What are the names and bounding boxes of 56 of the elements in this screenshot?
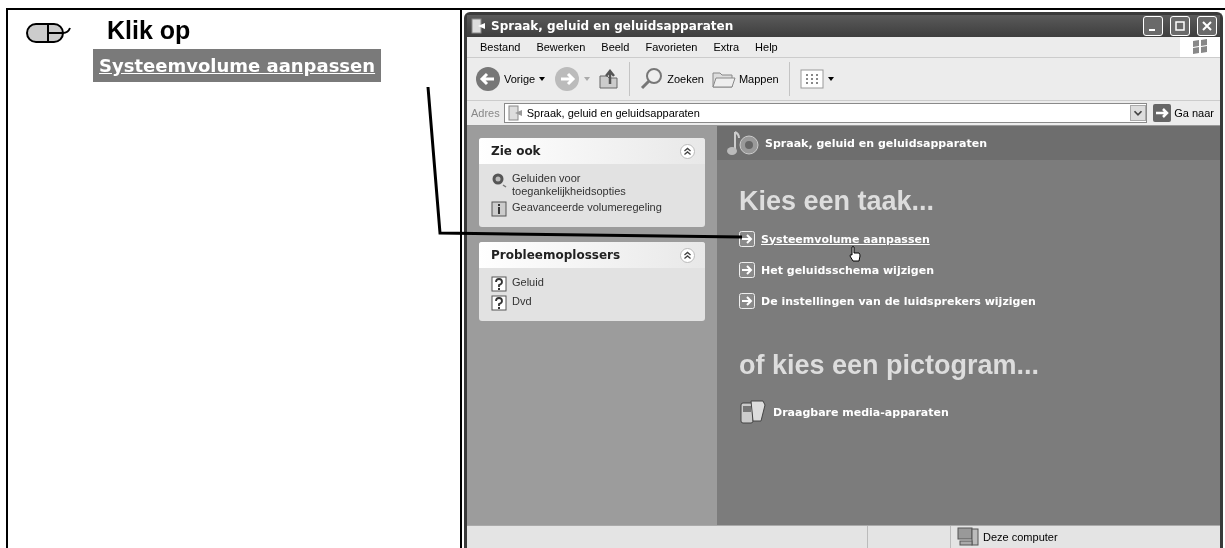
side-link[interactable]: Geluid xyxy=(512,276,662,289)
help-icon xyxy=(491,295,507,311)
views-icon xyxy=(799,69,824,89)
panel-title: Probleemoplossers xyxy=(491,248,621,262)
collapse-icon[interactable] xyxy=(680,247,695,263)
go-arrow-icon xyxy=(1153,104,1172,122)
views-button[interactable] xyxy=(797,67,837,91)
maximize-button[interactable] xyxy=(1170,16,1190,36)
dropdown-icon xyxy=(538,76,547,82)
windows-logo-icon xyxy=(1180,37,1220,57)
maximize-icon xyxy=(1175,21,1185,31)
folders-button[interactable]: Mappen xyxy=(709,66,781,92)
status-zone: Deze computer xyxy=(983,531,1058,543)
mouse-icon xyxy=(26,22,74,44)
dropdown-icon[interactable] xyxy=(1130,105,1147,121)
task-link[interactable]: De instellingen van de luidsprekers wijzigen xyxy=(761,294,1036,308)
task-heading: Kies een taak... xyxy=(739,186,936,217)
back-button[interactable]: Vorige xyxy=(473,64,549,94)
instruction-title: Klik op xyxy=(107,16,192,45)
menu-item[interactable]: Help xyxy=(747,41,786,53)
menu-item[interactable]: Bestand xyxy=(472,41,529,53)
menu-item[interactable]: Beeld xyxy=(593,41,638,53)
section-header: Spraak, geluid en geluidsapparaten xyxy=(765,136,988,150)
search-icon xyxy=(640,67,665,91)
close-button[interactable] xyxy=(1197,16,1217,36)
collapse-icon[interactable] xyxy=(680,143,695,159)
menu-item[interactable]: Extra xyxy=(705,41,748,53)
media-device-icon[interactable] xyxy=(739,397,767,427)
arrow-icon xyxy=(739,293,755,309)
icon-link[interactable]: Draagbare media-apparaten xyxy=(773,405,949,419)
side-link[interactable]: Geluiden voor toegankelijkheidsopties xyxy=(512,172,662,198)
task-link[interactable]: Systeemvolume aanpassen xyxy=(761,232,930,246)
menu-item[interactable]: Favorieten xyxy=(637,41,706,53)
side-link[interactable]: Geavanceerde volumeregeling xyxy=(512,201,662,214)
dropdown-icon xyxy=(583,76,592,82)
menu-item[interactable]: Bewerken xyxy=(528,41,594,53)
folder-icon xyxy=(470,18,486,34)
minimize-icon xyxy=(1148,29,1155,31)
window-title: Spraak, geluid en geluidsapparaten xyxy=(491,19,735,33)
side-link[interactable]: Dvd xyxy=(512,295,662,308)
panel-title: Zie ook xyxy=(491,144,541,158)
address-field[interactable]: Spraak, geluid en geluidsapparaten xyxy=(503,103,1148,123)
icon-heading: of kies een pictogram... xyxy=(739,350,1041,381)
arrow-icon xyxy=(739,262,755,278)
folder-icon xyxy=(506,105,523,121)
hand-cursor-icon xyxy=(849,246,861,262)
info-icon xyxy=(491,201,507,217)
help-icon xyxy=(491,276,507,292)
arrow-icon xyxy=(739,231,755,247)
task-link[interactable]: Het geluidsschema wijzigen xyxy=(761,263,934,277)
minimize-button[interactable] xyxy=(1143,16,1163,36)
search-button[interactable]: Zoeken xyxy=(638,65,706,93)
go-button[interactable]: Ga naar xyxy=(1151,104,1216,122)
dropdown-icon xyxy=(826,76,835,82)
close-icon xyxy=(1202,21,1212,31)
address-label: Adres xyxy=(471,107,500,119)
